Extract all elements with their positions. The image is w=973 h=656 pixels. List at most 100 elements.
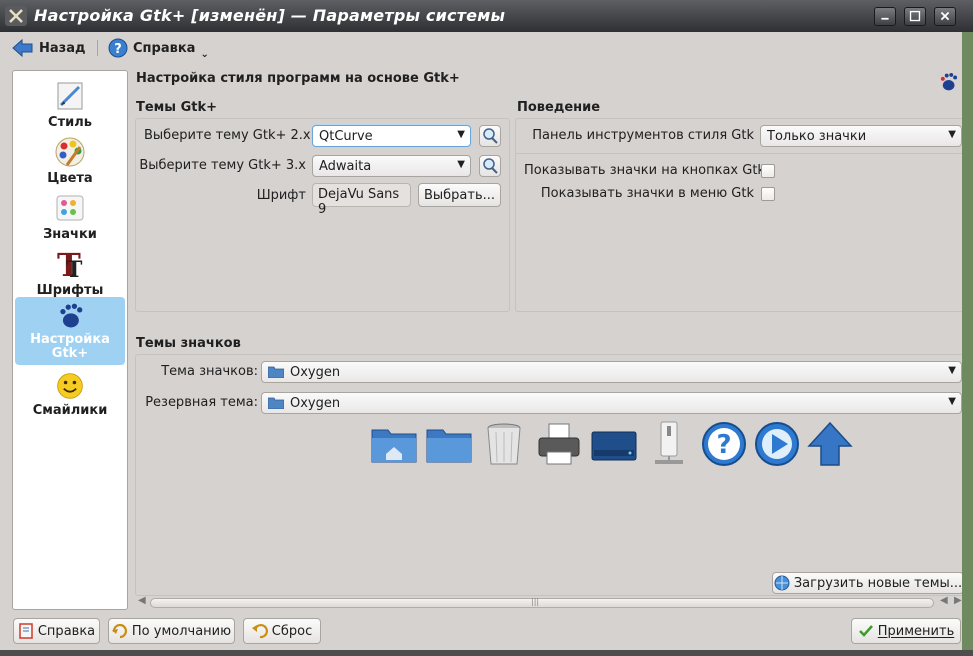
defaults-icon bbox=[111, 623, 127, 639]
sidebar-item-style[interactable]: Стиль bbox=[15, 79, 125, 133]
window-title: Настройка Gtk+ [изменён] — Параметры сис… bbox=[34, 6, 506, 25]
defaults-label: По умолчанию bbox=[131, 623, 232, 639]
icon-theme-value: Oxygen bbox=[290, 364, 341, 380]
icon-themes-title: Темы значков bbox=[136, 336, 241, 351]
button-icons-checkbox[interactable] bbox=[761, 164, 775, 178]
horizontal-scrollbar[interactable]: ◀ ||| ◀ ▶ bbox=[136, 595, 962, 610]
reset-button[interactable]: Сброс bbox=[243, 618, 321, 644]
footer-help-button[interactable]: Справка bbox=[13, 618, 100, 644]
download-themes-label: Загрузить новые темы... bbox=[793, 575, 963, 591]
magnifier-icon bbox=[483, 158, 498, 174]
smiley-icon bbox=[57, 373, 83, 399]
sidebar-label-colors: Цвета bbox=[47, 171, 93, 186]
choose-font-button[interactable]: Выбрать... bbox=[418, 183, 501, 207]
minimize-icon bbox=[881, 17, 889, 20]
tools-app-icon[interactable] bbox=[5, 6, 27, 26]
chevron-down-icon: ▼ bbox=[457, 129, 465, 140]
category-sidebar: Стиль Цвета Значки T T Шрифты Настройка … bbox=[12, 70, 128, 610]
media-play-icon bbox=[755, 422, 799, 466]
help-icon: ? bbox=[108, 38, 128, 58]
sidebar-item-smileys[interactable]: Смайлики bbox=[15, 371, 125, 425]
fallback-theme-value: Oxygen bbox=[290, 395, 341, 411]
scroll-right-icon[interactable]: ▶ bbox=[954, 595, 962, 606]
behavior-panel: Панель инструментов стиля Gtk Только зна… bbox=[515, 118, 965, 312]
toolbar-separator bbox=[97, 40, 98, 56]
close-icon bbox=[940, 11, 950, 21]
download-themes-button[interactable]: Загрузить новые темы... bbox=[772, 572, 964, 594]
help-label: Справка bbox=[133, 40, 196, 56]
sidebar-item-gtk[interactable]: Настройка Gtk+ bbox=[15, 297, 125, 365]
back-label: Назад bbox=[39, 40, 86, 56]
back-arrow-icon bbox=[12, 39, 33, 57]
title-bar: Настройка Gtk+ [изменён] — Параметры сис… bbox=[0, 0, 973, 32]
sidebar-label-gtk: Настройка Gtk+ bbox=[30, 332, 110, 361]
svg-text:?: ? bbox=[716, 430, 731, 460]
sidebar-label-smileys: Смайлики bbox=[32, 403, 108, 418]
help-icon: ? bbox=[702, 422, 746, 466]
folder-icon bbox=[268, 366, 284, 378]
svg-text:T: T bbox=[66, 257, 83, 281]
sidebar-item-fonts[interactable]: T T Шрифты bbox=[15, 247, 125, 301]
icon-theme-label: Тема значков: bbox=[161, 364, 258, 379]
close-button[interactable] bbox=[934, 7, 956, 26]
scroll-grip: ||| bbox=[531, 597, 540, 606]
gtk2-theme-label: Выберите тему Gtk+ 2.x bbox=[144, 128, 311, 143]
sidebar-item-icons[interactable]: Значки bbox=[15, 191, 125, 245]
checkmark-icon bbox=[858, 625, 873, 637]
maximize-button[interactable] bbox=[904, 7, 926, 26]
toolbar: Назад ? Справка ⌄ bbox=[0, 32, 973, 64]
folder-icon bbox=[268, 397, 284, 409]
minimize-button[interactable] bbox=[874, 7, 896, 26]
chevron-down-icon: ▼ bbox=[948, 365, 956, 376]
menu-icons-label: Показывать значки в меню Gtk bbox=[540, 186, 754, 201]
font-field: DejaVu Sans 9 bbox=[312, 183, 411, 217]
gtk-themes-panel: Выберите тему Gtk+ 2.x QtCurve ▼ Выберит… bbox=[135, 118, 510, 312]
behavior-title: Поведение bbox=[517, 100, 601, 115]
button-icons-label: Показывать значки на кнопках Gtk bbox=[524, 163, 765, 178]
apply-label: Применить bbox=[877, 623, 955, 639]
gtk2-theme-select[interactable]: QtCurve ▼ bbox=[312, 125, 471, 147]
defaults-button[interactable]: По умолчанию bbox=[108, 618, 235, 644]
colors-icon bbox=[55, 137, 85, 167]
sidebar-label-icons: Значки bbox=[43, 227, 97, 242]
chevron-down-icon: ⌄ bbox=[200, 48, 209, 60]
sidebar-label-fonts: Шрифты bbox=[36, 283, 104, 298]
folder-icon bbox=[426, 429, 472, 463]
page-title: Настройка стиля программ на основе Gtk+ bbox=[136, 71, 460, 86]
gtk3-theme-select[interactable]: Adwaita ▼ bbox=[312, 155, 471, 177]
sidebar-label-style: Стиль bbox=[48, 115, 92, 130]
drive-icon bbox=[591, 431, 637, 461]
footer-help-label: Справка bbox=[37, 623, 96, 639]
scroll-track[interactable] bbox=[150, 598, 934, 608]
icon-themes-panel: Тема значков: Oxygen ▼ Резервная тема: O… bbox=[135, 354, 965, 596]
back-button[interactable]: Назад bbox=[12, 36, 85, 60]
sidebar-item-colors[interactable]: Цвета bbox=[15, 135, 125, 189]
fallback-theme-select[interactable]: Oxygen ▼ bbox=[261, 392, 962, 414]
gtk2-preview-button[interactable] bbox=[479, 125, 501, 147]
svg-text:?: ? bbox=[114, 42, 122, 57]
scroll-right-icon[interactable]: ◀ bbox=[940, 595, 948, 606]
font-label: Шрифт bbox=[256, 188, 306, 203]
computer-tower-icon bbox=[655, 421, 683, 464]
scroll-left-icon[interactable]: ◀ bbox=[138, 595, 146, 606]
gtk-themes-title: Темы Gtk+ bbox=[136, 100, 218, 115]
magnifier-icon bbox=[483, 128, 498, 144]
style-icon bbox=[57, 82, 83, 110]
icon-theme-select[interactable]: Oxygen ▼ bbox=[261, 361, 962, 383]
help-menu-button[interactable]: ? Справка ⌄ bbox=[108, 36, 209, 60]
download-globe-icon bbox=[774, 575, 790, 591]
gnome-foot-icon bbox=[940, 72, 958, 91]
menu-icons-checkbox[interactable] bbox=[761, 187, 775, 201]
help-book-icon bbox=[19, 623, 33, 639]
fallback-theme-label: Резервная тема: bbox=[145, 395, 258, 410]
gtk3-theme-label: Выберите тему Gtk+ 3.x bbox=[139, 158, 306, 173]
gtk3-preview-button[interactable] bbox=[479, 155, 501, 177]
maximize-icon bbox=[909, 10, 921, 22]
settings-window: Настройка Gtk+ [изменён] — Параметры сис… bbox=[0, 0, 973, 656]
icons-icon bbox=[56, 195, 84, 221]
apply-button[interactable]: Применить bbox=[851, 618, 961, 644]
toolbar-style-select[interactable]: Только значки ▼ bbox=[760, 125, 962, 147]
toolbar-style-value: Только значки bbox=[767, 128, 867, 144]
desktop-bottom-edge bbox=[0, 650, 973, 656]
gnome-foot-icon bbox=[60, 303, 83, 328]
